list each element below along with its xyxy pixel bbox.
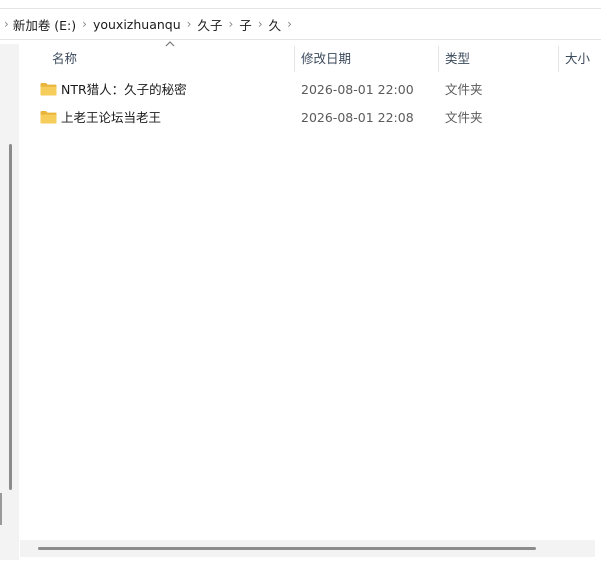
breadcrumb-item-drive[interactable]: 新加卷 (E:): [12, 15, 77, 34]
file-row[interactable]: NTR猎人：久子的秘密 2026-08-01 22:00 文件夹: [20, 76, 601, 104]
breadcrumb-item-youxizhuanqu[interactable]: youxizhuanqu: [92, 17, 182, 32]
column-header-size[interactable]: 大小: [565, 44, 590, 74]
column-divider[interactable]: [438, 46, 439, 72]
breadcrumb-item-jiuzi[interactable]: 久子: [196, 15, 223, 34]
column-header-name[interactable]: 名称: [52, 44, 77, 74]
breadcrumb-separator-icon[interactable]: ›: [77, 17, 92, 31]
breadcrumb-separator-icon[interactable]: ›: [182, 17, 197, 31]
navigation-pane-edge: [0, 493, 2, 525]
file-list: 名称 修改日期 类型 大小 NTR猎人：久子的秘密 2026-08-01 22:…: [20, 41, 601, 560]
column-divider[interactable]: [558, 46, 559, 72]
horizontal-scrollbar-thumb[interactable]: [38, 547, 536, 550]
column-header-type[interactable]: 类型: [445, 44, 470, 74]
navigation-pane: [0, 44, 19, 560]
file-name: 上老王论坛当老王: [61, 110, 162, 125]
breadcrumb-item-jiu[interactable]: 久: [268, 15, 283, 34]
file-name: NTR猎人：久子的秘密: [61, 82, 187, 97]
sort-ascending-icon: [165, 41, 175, 47]
column-header-date[interactable]: 修改日期: [301, 44, 351, 74]
horizontal-scrollbar[interactable]: [20, 540, 595, 557]
file-modified-date: 2026-08-01 22:00: [301, 82, 414, 97]
file-row[interactable]: 上老王论坛当老王 2026-08-01 22:08 文件夹: [20, 104, 601, 132]
breadcrumb-separator-icon[interactable]: ›: [0, 17, 12, 31]
breadcrumb-separator-icon[interactable]: ›: [253, 17, 268, 31]
column-headers: 名称 修改日期 类型 大小: [20, 41, 601, 74]
column-divider[interactable]: [294, 46, 295, 72]
file-type: 文件夹: [445, 110, 483, 125]
breadcrumb-item-zi[interactable]: 子: [238, 15, 253, 34]
folder-icon: [40, 83, 57, 96]
breadcrumb-separator-icon[interactable]: ›: [223, 17, 238, 31]
breadcrumb: › 新加卷 (E:) › youxizhuanqu › 久子 › 子 › 久 ›: [0, 8, 601, 40]
breadcrumb-separator-icon[interactable]: ›: [282, 17, 297, 31]
file-type: 文件夹: [445, 82, 483, 97]
navigation-pane-scrollbar[interactable]: [9, 144, 12, 490]
folder-icon: [40, 111, 57, 124]
file-modified-date: 2026-08-01 22:08: [301, 110, 414, 125]
